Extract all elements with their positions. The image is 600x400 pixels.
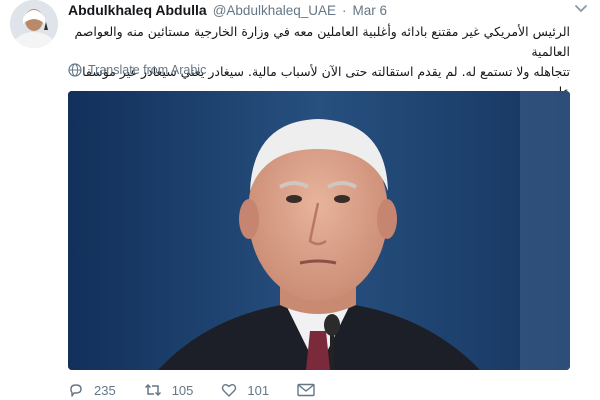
direct-message-button[interactable]	[297, 383, 315, 397]
tweet-actions: 235 105 101	[68, 380, 343, 400]
translate-link[interactable]: Translate from Arabic	[68, 63, 206, 77]
tweet-text-line: الرئيس الأمريكي غير مقتنع بادائه وأغلبية…	[74, 24, 570, 59]
reply-button[interactable]: 235	[68, 382, 116, 398]
envelope-icon	[297, 383, 315, 397]
avatar[interactable]	[10, 0, 58, 48]
translate-label: Translate from Arabic	[88, 63, 207, 77]
heart-icon	[222, 384, 237, 397]
tweet-header: Abdulkhaleq Abdulla @Abdulkhaleq_UAE · M…	[68, 0, 584, 20]
tweet-date[interactable]: Mar 6	[353, 3, 388, 18]
portrait-photo	[68, 91, 570, 370]
globe-icon	[68, 63, 82, 77]
reply-count: 235	[94, 382, 116, 398]
author-handle[interactable]: @Abdulkhaleq_UAE	[213, 3, 336, 18]
retweet-button[interactable]: 105	[144, 382, 194, 398]
like-button[interactable]: 101	[221, 382, 269, 398]
retweet-icon	[144, 383, 161, 397]
like-count: 101	[247, 382, 270, 398]
chevron-down-icon[interactable]	[574, 2, 588, 16]
tweet-photo[interactable]	[68, 91, 570, 370]
retweet-count: 105	[171, 382, 194, 398]
separator: ·	[342, 2, 347, 18]
avatar-image	[10, 0, 58, 48]
tweet-text: الرئيس الأمريكي غير مقتنع بادائه وأغلبية…	[72, 22, 570, 102]
reply-icon	[70, 384, 82, 397]
author-name[interactable]: Abdulkhaleq Abdulla	[68, 2, 207, 18]
